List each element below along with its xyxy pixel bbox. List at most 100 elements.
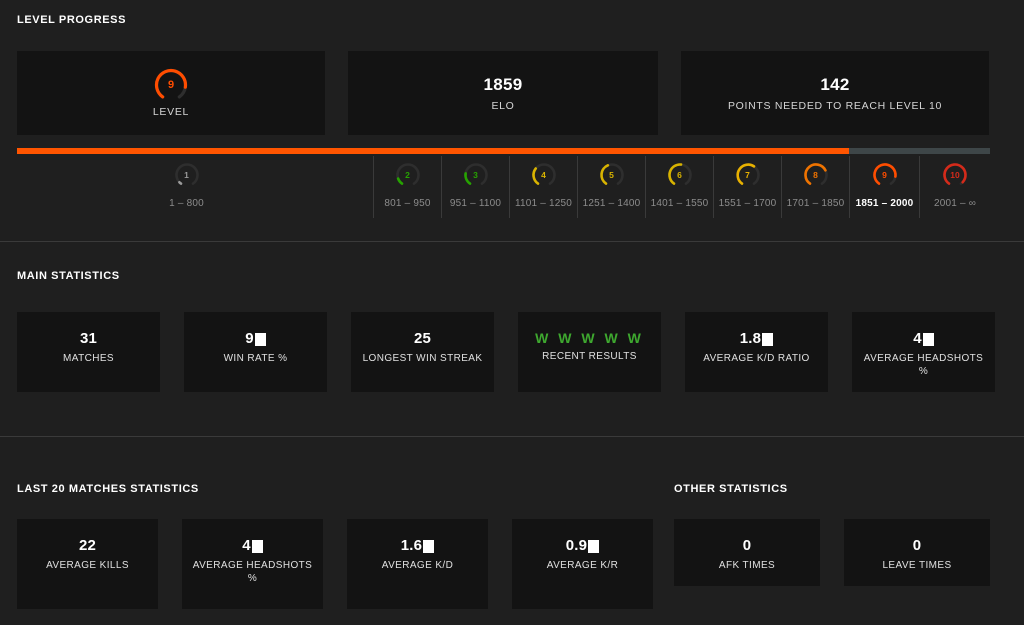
stat-value-average-kd: 1.6 bbox=[400, 537, 435, 555]
level-tier-6[interactable]: 6 1401 – 1550 bbox=[645, 156, 713, 218]
stat-label-average-kr: AVERAGE K/R bbox=[546, 560, 619, 571]
level-6-badge-icon: 6 bbox=[667, 162, 693, 193]
stat-value-average-headshots: 4 bbox=[913, 330, 934, 348]
stat-number: 25 bbox=[413, 330, 432, 347]
level-3-badge-icon: 3 bbox=[463, 162, 489, 193]
stat-value-average-kills: 22 bbox=[79, 537, 96, 555]
main-stats-divider bbox=[0, 241, 1024, 242]
level-progress-heading: LEVEL PROGRESS bbox=[17, 14, 127, 26]
level-tier-list: 1 1 – 800 2 801 – 950 3 951 – 1100 4 1101 – 125… bbox=[0, 156, 1024, 218]
stat-value-leave-times: 0 bbox=[913, 537, 922, 555]
stat-label-recent-results: RECENT RESULTS bbox=[542, 351, 637, 362]
stat-value-matches: 31 bbox=[80, 330, 97, 348]
level-tier-4[interactable]: 4 1101 – 1250 bbox=[509, 156, 577, 218]
stat-card-average-kd-ratio: 1.8 AVERAGE K/D RATIO bbox=[685, 312, 828, 392]
elo-label: ELO bbox=[491, 100, 515, 112]
level-4-badge-icon: 4 bbox=[531, 162, 557, 193]
stat-value-recent-results: W W W W W bbox=[535, 330, 644, 346]
level-tier-9[interactable]: 9 1851 – 2000 bbox=[849, 156, 919, 218]
level-1-badge-icon: 1 bbox=[174, 162, 200, 193]
level-tier-range: 1251 – 1400 bbox=[582, 198, 641, 209]
stat-label-matches: MATCHES bbox=[63, 353, 114, 364]
elo-value: 1859 bbox=[483, 75, 523, 94]
stat-number: 9 bbox=[245, 330, 254, 347]
player-stats-page: LEVEL PROGRESS 9 LEVEL 1859 ELO 142 POIN… bbox=[0, 0, 1024, 625]
stat-value-average-kd-ratio: 1.8 bbox=[739, 330, 774, 348]
missing-glyph-box bbox=[251, 539, 263, 553]
last-20-matches-cards: 22 AVERAGE KILLS 4 AVERAGE HEADSHOTS % 1.6 AV… bbox=[17, 519, 653, 609]
stat-value-average-headshots: 4 bbox=[242, 537, 263, 555]
level-tier-7[interactable]: 7 1551 – 1700 bbox=[713, 156, 781, 218]
stat-label-average-kills: AVERAGE KILLS bbox=[46, 560, 129, 571]
level-tier-range: 1401 – 1550 bbox=[650, 198, 709, 209]
level-progress-cards: 9 LEVEL 1859 ELO 142 POINTS NEEDED TO RE… bbox=[17, 51, 1007, 135]
other-statistics-cards: 0 AFK TIMES 0 LEAVE TIMES bbox=[674, 519, 990, 586]
level-tier-range: 1701 – 1850 bbox=[786, 198, 845, 209]
level-tier-range: 1851 – 2000 bbox=[855, 198, 914, 209]
stat-card-average-kills: 22 AVERAGE KILLS bbox=[17, 519, 158, 609]
stat-card-average-headshots: 4 AVERAGE HEADSHOTS % bbox=[852, 312, 995, 392]
points-needed-label: POINTS NEEDED TO REACH LEVEL 10 bbox=[727, 100, 943, 112]
level-9-badge-icon: 9 bbox=[872, 162, 898, 193]
level-progress-bar-fill bbox=[17, 148, 849, 154]
elo-card: 1859 ELO bbox=[348, 51, 658, 135]
level-card-label: LEVEL bbox=[152, 106, 190, 118]
stat-card-average-kd: 1.6 AVERAGE K/D bbox=[347, 519, 488, 609]
stat-number: 4 bbox=[242, 537, 251, 554]
stat-card-average-headshots: 4 AVERAGE HEADSHOTS % bbox=[182, 519, 323, 609]
stat-card-matches: 31 MATCHES bbox=[17, 312, 160, 392]
level-tier-3[interactable]: 3 951 – 1100 bbox=[441, 156, 509, 218]
stat-value-win-rate: 9 bbox=[245, 330, 266, 348]
stat-number: 31 bbox=[79, 330, 98, 347]
level-card: 9 LEVEL bbox=[17, 51, 325, 135]
stat-number: 22 bbox=[78, 537, 97, 554]
stat-card-longest-win-streak: 25 LONGEST WIN STREAK bbox=[351, 312, 494, 392]
stat-label-average-headshots: AVERAGE HEADSHOTS % bbox=[863, 353, 984, 377]
level-7-badge-icon: 7 bbox=[735, 162, 761, 193]
level-tier-5[interactable]: 5 1251 – 1400 bbox=[577, 156, 645, 218]
level-badge-icon: 9 bbox=[154, 68, 188, 102]
level-5-badge-icon: 5 bbox=[599, 162, 625, 193]
level-8-badge-icon: 8 bbox=[803, 162, 829, 193]
missing-glyph-box bbox=[254, 332, 266, 346]
stat-label-longest-win-streak: LONGEST WIN STREAK bbox=[362, 353, 483, 364]
stat-card-average-kr: 0.9 AVERAGE K/R bbox=[512, 519, 653, 609]
stat-value-longest-win-streak: 25 bbox=[414, 330, 431, 348]
level-tier-range: 801 – 950 bbox=[384, 198, 431, 209]
stat-number: 0 bbox=[912, 537, 922, 554]
level-tier-1[interactable]: 1 1 – 800 bbox=[0, 156, 373, 218]
level-tier-range: 951 – 1100 bbox=[449, 198, 502, 209]
level-tier-range: 1101 – 1250 bbox=[514, 198, 573, 209]
level-tier-8[interactable]: 8 1701 – 1850 bbox=[781, 156, 849, 218]
stat-label-leave-times: LEAVE TIMES bbox=[882, 560, 952, 571]
points-needed-value: 142 bbox=[820, 75, 850, 94]
stat-card-afk-times: 0 AFK TIMES bbox=[674, 519, 820, 586]
level-2-badge-icon: 2 bbox=[395, 162, 421, 193]
stat-label-afk-times: AFK TIMES bbox=[718, 560, 776, 571]
level-tier-2[interactable]: 2 801 – 950 bbox=[373, 156, 441, 218]
stat-value-average-kr: 0.9 bbox=[566, 537, 600, 555]
stat-label-win-rate: WIN RATE % bbox=[223, 353, 288, 364]
stat-card-win-rate: 9 WIN RATE % bbox=[184, 312, 327, 392]
stat-label-average-headshots: AVERAGE HEADSHOTS % bbox=[192, 560, 313, 584]
level-tier-range: 2001 – ∞ bbox=[933, 198, 977, 209]
stat-card-recent-results: W W W W W RECENT RESULTS bbox=[518, 312, 661, 392]
bottom-divider bbox=[0, 436, 1024, 437]
stat-value-afk-times: 0 bbox=[743, 537, 752, 555]
points-needed-card: 142 POINTS NEEDED TO REACH LEVEL 10 bbox=[681, 51, 989, 135]
missing-glyph-box bbox=[762, 332, 774, 346]
stat-label-average-kd: AVERAGE K/D bbox=[381, 560, 454, 571]
level-progress-bar-track bbox=[17, 148, 990, 154]
stat-number: 1.6 bbox=[400, 537, 423, 554]
other-statistics-heading: OTHER STATISTICS bbox=[674, 483, 788, 495]
last-20-matches-heading: LAST 20 MATCHES STATISTICS bbox=[17, 483, 199, 495]
stat-label-average-kd-ratio: AVERAGE K/D RATIO bbox=[703, 353, 810, 364]
stat-card-leave-times: 0 LEAVE TIMES bbox=[844, 519, 990, 586]
level-tier-range: 1551 – 1700 bbox=[718, 198, 777, 209]
missing-glyph-box bbox=[588, 539, 600, 553]
stat-number: 4 bbox=[913, 330, 922, 347]
level-tier-10[interactable]: 10 2001 – ∞ bbox=[919, 156, 990, 218]
main-statistics-cards: 31 MATCHES 9 WIN RATE % 25 LONGEST WIN STREAK… bbox=[17, 312, 1007, 392]
stat-number: 1.8 bbox=[739, 330, 762, 347]
main-statistics-heading: MAIN STATISTICS bbox=[17, 270, 120, 282]
